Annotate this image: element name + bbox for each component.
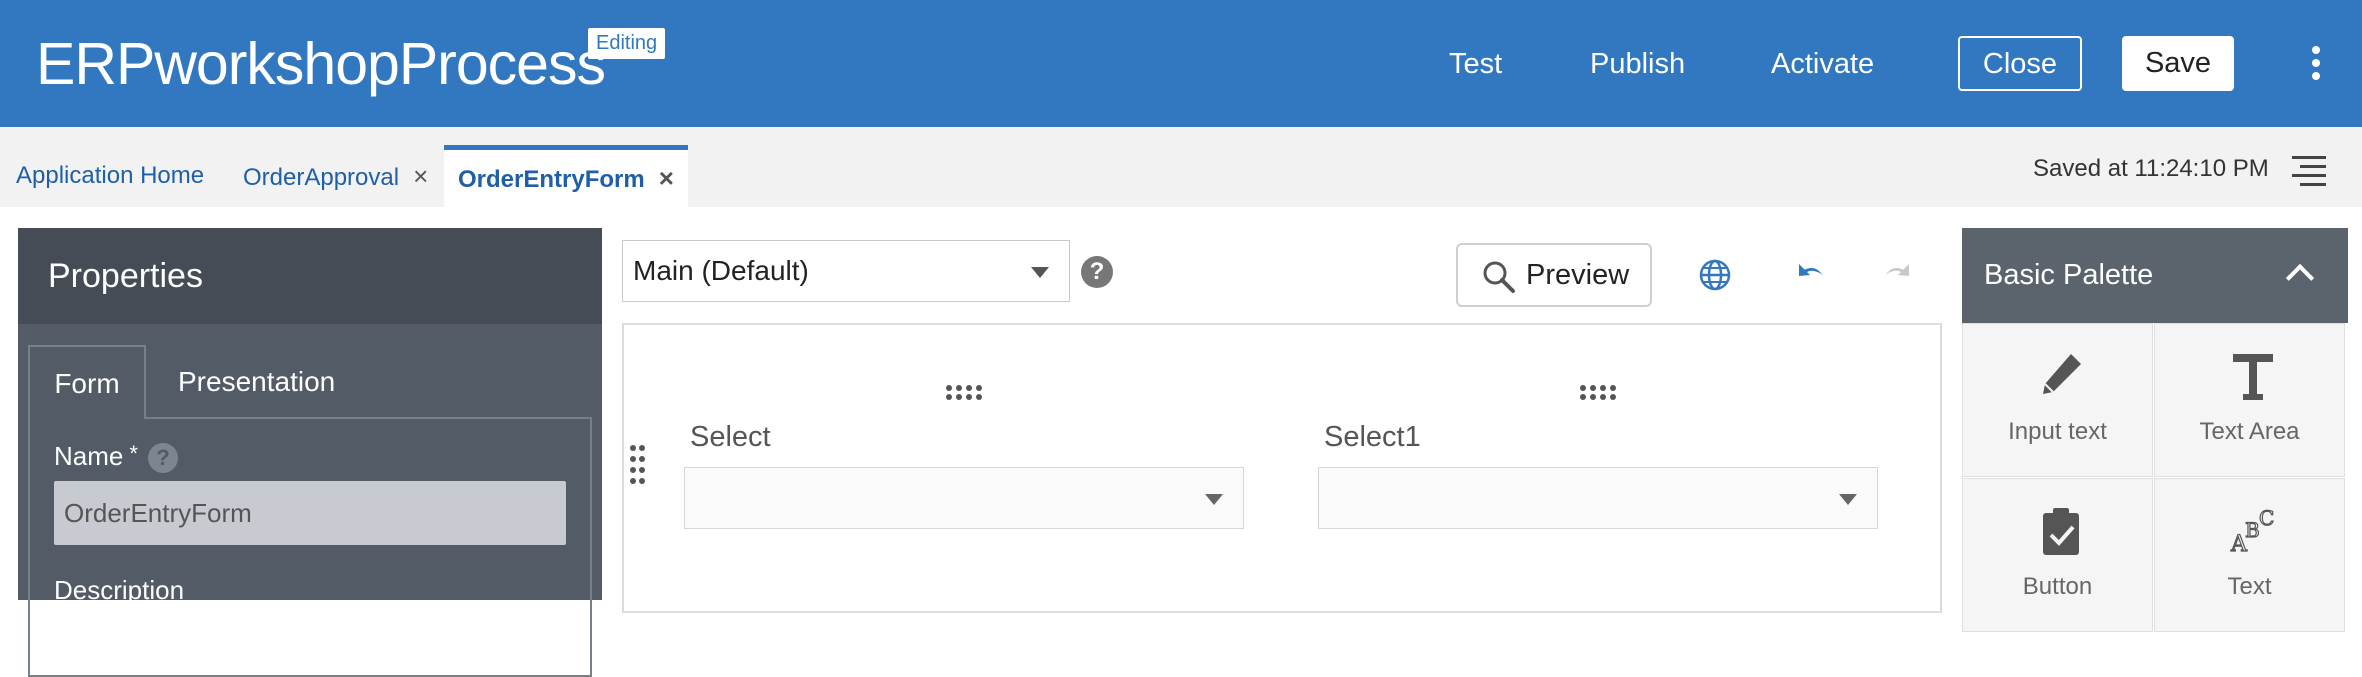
properties-form-body: Name *? OrderEntryForm Description: [28, 417, 592, 677]
form-canvas[interactable]: Select Select1: [622, 323, 1942, 613]
presentation-select[interactable]: Main (Default): [622, 240, 1070, 302]
tab-form[interactable]: Form: [28, 345, 146, 419]
close-tab-icon[interactable]: ×: [413, 161, 428, 191]
required-mark: *: [129, 441, 138, 466]
preview-button[interactable]: Preview: [1456, 243, 1652, 307]
svg-text:B: B: [2245, 518, 2260, 542]
editing-badge: Editing: [588, 28, 666, 59]
column-drag-handle-icon[interactable]: [1580, 385, 1620, 405]
palette-item-input-text[interactable]: Input text: [1962, 323, 2153, 477]
row-drag-handle-icon[interactable]: [630, 445, 646, 485]
properties-tabs: Form Presentation Name *? OrderEntryForm …: [28, 345, 592, 677]
chevron-down-icon: [1839, 494, 1857, 505]
svg-text:C: C: [2259, 506, 2274, 530]
publish-link[interactable]: Publish: [1590, 46, 1685, 82]
column-drag-handle-icon[interactable]: [946, 385, 986, 405]
document-tabs: Application Home OrderApproval × OrderEnt…: [0, 127, 2362, 207]
tab-presentation[interactable]: Presentation: [178, 345, 335, 419]
close-button[interactable]: Close: [1958, 36, 2082, 91]
palette-item-text[interactable]: A B C Text: [2154, 478, 2345, 632]
undo-icon[interactable]: [1794, 258, 1828, 292]
tab-orderapproval[interactable]: OrderApproval ×: [243, 145, 428, 207]
palette-title: Basic Palette: [1984, 259, 2154, 291]
activate-link[interactable]: Activate: [1771, 46, 1874, 82]
help-icon[interactable]: ?: [147, 443, 178, 474]
close-tab-icon[interactable]: ×: [659, 163, 674, 193]
palette-item-button[interactable]: Button: [1962, 478, 2153, 632]
chevron-down-icon: [1205, 494, 1223, 505]
abc-text-icon: A B C: [2229, 505, 2275, 557]
select1-field-label: Select1: [1324, 421, 1421, 453]
description-label: Description: [54, 575, 185, 605]
select-dropdown[interactable]: [684, 467, 1244, 529]
app-title: ERPworkshopProcess: [36, 31, 606, 97]
clipboard-check-icon: [2043, 508, 2079, 555]
tab-label: OrderApproval: [243, 164, 400, 191]
properties-panel: Properties Form Presentation Name *? Orde…: [18, 228, 602, 677]
chevron-down-icon: [1031, 267, 1049, 278]
preview-label: Preview: [1526, 259, 1630, 291]
basic-palette: Basic Palette Input text Text Area Butto…: [1962, 228, 2348, 632]
help-icon[interactable]: ?: [1081, 256, 1113, 288]
properties-title: Properties: [18, 228, 602, 324]
tab-orderentryform[interactable]: OrderEntryForm ×: [444, 145, 688, 207]
test-link[interactable]: Test: [1449, 46, 1502, 82]
name-field[interactable]: OrderEntryForm: [54, 481, 566, 545]
chevron-up-icon[interactable]: [2285, 263, 2315, 293]
tab-label: Application Home: [16, 162, 205, 189]
palette-item-label: Text Area: [2199, 418, 2300, 445]
tab-application-home[interactable]: Application Home: [16, 145, 204, 207]
name-label-text: Name: [54, 441, 124, 471]
text-t-icon: [2233, 354, 2273, 400]
palette-item-label: Input text: [2008, 418, 2107, 445]
palette-item-label: Button: [2022, 573, 2093, 600]
presentation-select-value: Main (Default): [633, 255, 809, 286]
more-options-icon[interactable]: [2308, 46, 2324, 86]
app-header: ERPworkshopProcess Editing Test Publish …: [0, 0, 2362, 127]
redo-icon[interactable]: [1880, 258, 1914, 292]
select-field-label: Select: [690, 421, 771, 453]
name-label: Name *?: [54, 441, 178, 474]
palette-header[interactable]: Basic Palette: [1962, 228, 2348, 323]
palette-item-text-area[interactable]: Text Area: [2154, 323, 2345, 477]
pencil-icon: [2043, 354, 2081, 394]
menu-lines-icon[interactable]: [2292, 156, 2326, 186]
save-button[interactable]: Save: [2122, 36, 2234, 91]
palette-item-label: Text: [2227, 573, 2272, 600]
tab-label: OrderEntryForm: [458, 166, 645, 193]
search-icon: [1483, 261, 1515, 293]
globe-icon[interactable]: [1698, 258, 1732, 292]
saved-status: Saved at 11:24:10 PM: [2033, 155, 2269, 182]
select1-dropdown[interactable]: [1318, 467, 1878, 529]
